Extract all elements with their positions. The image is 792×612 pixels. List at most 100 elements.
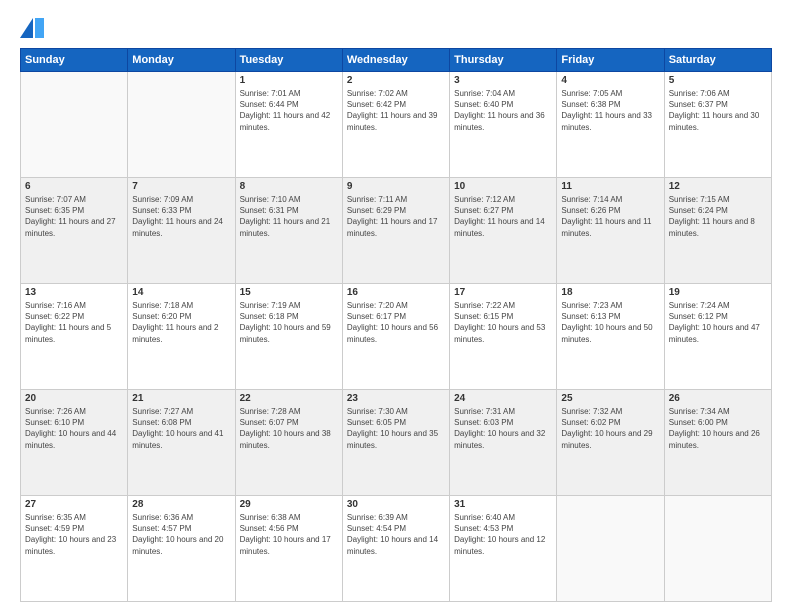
day-info: Sunrise: 6:35 AM Sunset: 4:59 PM Dayligh… <box>25 512 123 557</box>
calendar-cell: 1 Sunrise: 7:01 AM Sunset: 6:44 PM Daylig… <box>235 72 342 178</box>
day-number: 17 <box>454 287 552 298</box>
calendar-cell: 21 Sunrise: 7:27 AM Sunset: 6:08 PM Dayli… <box>128 390 235 496</box>
calendar-cell <box>664 496 771 602</box>
day-info: Sunrise: 6:40 AM Sunset: 4:53 PM Dayligh… <box>454 512 552 557</box>
day-number: 20 <box>25 393 123 404</box>
day-info: Sunrise: 7:02 AM Sunset: 6:42 PM Dayligh… <box>347 88 445 133</box>
day-number: 11 <box>561 181 659 192</box>
calendar-cell: 18 Sunrise: 7:23 AM Sunset: 6:13 PM Dayli… <box>557 284 664 390</box>
day-number: 3 <box>454 75 552 86</box>
day-info: Sunrise: 7:34 AM Sunset: 6:00 PM Dayligh… <box>669 406 767 451</box>
calendar-cell: 24 Sunrise: 7:31 AM Sunset: 6:03 PM Dayli… <box>450 390 557 496</box>
day-number: 27 <box>25 499 123 510</box>
day-info: Sunrise: 7:26 AM Sunset: 6:10 PM Dayligh… <box>25 406 123 451</box>
calendar-cell: 6 Sunrise: 7:07 AM Sunset: 6:35 PM Daylig… <box>21 178 128 284</box>
day-info: Sunrise: 7:22 AM Sunset: 6:15 PM Dayligh… <box>454 300 552 345</box>
day-number: 4 <box>561 75 659 86</box>
day-number: 9 <box>347 181 445 192</box>
col-header-friday: Friday <box>557 49 664 72</box>
day-info: Sunrise: 7:05 AM Sunset: 6:38 PM Dayligh… <box>561 88 659 133</box>
day-info: Sunrise: 6:36 AM Sunset: 4:57 PM Dayligh… <box>132 512 230 557</box>
calendar-cell: 25 Sunrise: 7:32 AM Sunset: 6:02 PM Dayli… <box>557 390 664 496</box>
day-info: Sunrise: 7:06 AM Sunset: 6:37 PM Dayligh… <box>669 88 767 133</box>
calendar-cell: 3Sunrise: 7:04 AM Sunset: 6:40 PM Daylig… <box>450 72 557 178</box>
day-number: 28 <box>132 499 230 510</box>
day-info: Sunrise: 7:23 AM Sunset: 6:13 PM Dayligh… <box>561 300 659 345</box>
calendar-cell: 20 Sunrise: 7:26 AM Sunset: 6:10 PM Dayli… <box>21 390 128 496</box>
day-number: 13 <box>25 287 123 298</box>
day-info: Sunrise: 7:11 AM Sunset: 6:29 PM Dayligh… <box>347 194 445 239</box>
calendar-cell: 29 Sunrise: 6:38 AM Sunset: 4:56 PM Dayli… <box>235 496 342 602</box>
page: SundayMondayTuesdayWednesdayThursdayFrid… <box>0 0 792 612</box>
calendar-cell: 5 Sunrise: 7:06 AM Sunset: 6:37 PM Daylig… <box>664 72 771 178</box>
calendar-cell <box>128 72 235 178</box>
calendar-cell: 23Sunrise: 7:30 AM Sunset: 6:05 PM Dayli… <box>342 390 449 496</box>
day-number: 16 <box>347 287 445 298</box>
day-info: Sunrise: 7:30 AM Sunset: 6:05 PM Dayligh… <box>347 406 445 451</box>
calendar-cell: 13Sunrise: 7:16 AM Sunset: 6:22 PM Dayli… <box>21 284 128 390</box>
col-header-tuesday: Tuesday <box>235 49 342 72</box>
calendar-cell: 19 Sunrise: 7:24 AM Sunset: 6:12 PM Dayli… <box>664 284 771 390</box>
day-info: Sunrise: 7:10 AM Sunset: 6:31 PM Dayligh… <box>240 194 338 239</box>
day-info: Sunrise: 7:01 AM Sunset: 6:44 PM Dayligh… <box>240 88 338 133</box>
calendar-cell: 11 Sunrise: 7:14 AM Sunset: 6:26 PM Dayli… <box>557 178 664 284</box>
day-info: Sunrise: 7:19 AM Sunset: 6:18 PM Dayligh… <box>240 300 338 345</box>
col-header-thursday: Thursday <box>450 49 557 72</box>
day-number: 19 <box>669 287 767 298</box>
day-info: Sunrise: 7:28 AM Sunset: 6:07 PM Dayligh… <box>240 406 338 451</box>
calendar-cell: 7Sunrise: 7:09 AM Sunset: 6:33 PM Daylig… <box>128 178 235 284</box>
day-info: Sunrise: 7:31 AM Sunset: 6:03 PM Dayligh… <box>454 406 552 451</box>
day-number: 21 <box>132 393 230 404</box>
day-number: 22 <box>240 393 338 404</box>
day-number: 31 <box>454 499 552 510</box>
calendar-cell: 14 Sunrise: 7:18 AM Sunset: 6:20 PM Dayli… <box>128 284 235 390</box>
day-info: Sunrise: 7:14 AM Sunset: 6:26 PM Dayligh… <box>561 194 659 239</box>
day-info: Sunrise: 7:15 AM Sunset: 6:24 PM Dayligh… <box>669 194 767 239</box>
calendar-cell: 4 Sunrise: 7:05 AM Sunset: 6:38 PM Daylig… <box>557 72 664 178</box>
header <box>20 18 772 38</box>
day-info: Sunrise: 7:20 AM Sunset: 6:17 PM Dayligh… <box>347 300 445 345</box>
calendar-cell: 12 Sunrise: 7:15 AM Sunset: 6:24 PM Dayli… <box>664 178 771 284</box>
day-number: 14 <box>132 287 230 298</box>
day-number: 7 <box>132 181 230 192</box>
day-number: 6 <box>25 181 123 192</box>
logo-icon <box>20 18 50 38</box>
calendar-cell: 26 Sunrise: 7:34 AM Sunset: 6:00 PM Dayli… <box>664 390 771 496</box>
day-number: 5 <box>669 75 767 86</box>
day-number: 26 <box>669 393 767 404</box>
day-number: 15 <box>240 287 338 298</box>
day-number: 25 <box>561 393 659 404</box>
day-number: 29 <box>240 499 338 510</box>
col-header-sunday: Sunday <box>21 49 128 72</box>
day-number: 18 <box>561 287 659 298</box>
calendar-cell: 28 Sunrise: 6:36 AM Sunset: 4:57 PM Dayli… <box>128 496 235 602</box>
day-number: 30 <box>347 499 445 510</box>
calendar-cell: 27 Sunrise: 6:35 AM Sunset: 4:59 PM Dayli… <box>21 496 128 602</box>
col-header-monday: Monday <box>128 49 235 72</box>
col-header-saturday: Saturday <box>664 49 771 72</box>
calendar-cell: 10 Sunrise: 7:12 AM Sunset: 6:27 PM Dayli… <box>450 178 557 284</box>
day-number: 12 <box>669 181 767 192</box>
calendar-cell <box>557 496 664 602</box>
day-info: Sunrise: 6:38 AM Sunset: 4:56 PM Dayligh… <box>240 512 338 557</box>
calendar-table: SundayMondayTuesdayWednesdayThursdayFrid… <box>20 48 772 602</box>
calendar-cell: 30 Sunrise: 6:39 AM Sunset: 4:54 PM Dayli… <box>342 496 449 602</box>
day-number: 2 <box>347 75 445 86</box>
day-number: 10 <box>454 181 552 192</box>
logo <box>20 18 54 38</box>
day-info: Sunrise: 7:32 AM Sunset: 6:02 PM Dayligh… <box>561 406 659 451</box>
calendar-cell: 8 Sunrise: 7:10 AM Sunset: 6:31 PM Daylig… <box>235 178 342 284</box>
day-info: Sunrise: 7:27 AM Sunset: 6:08 PM Dayligh… <box>132 406 230 451</box>
day-number: 8 <box>240 181 338 192</box>
day-number: 24 <box>454 393 552 404</box>
calendar-cell: 2 Sunrise: 7:02 AM Sunset: 6:42 PM Daylig… <box>342 72 449 178</box>
day-info: Sunrise: 7:18 AM Sunset: 6:20 PM Dayligh… <box>132 300 230 345</box>
day-number: 1 <box>240 75 338 86</box>
day-info: Sunrise: 6:39 AM Sunset: 4:54 PM Dayligh… <box>347 512 445 557</box>
calendar-cell: 31 Sunrise: 6:40 AM Sunset: 4:53 PM Dayli… <box>450 496 557 602</box>
day-info: Sunrise: 7:24 AM Sunset: 6:12 PM Dayligh… <box>669 300 767 345</box>
day-info: Sunrise: 7:07 AM Sunset: 6:35 PM Dayligh… <box>25 194 123 239</box>
col-header-wednesday: Wednesday <box>342 49 449 72</box>
day-info: Sunrise: 7:12 AM Sunset: 6:27 PM Dayligh… <box>454 194 552 239</box>
calendar-cell: 16 Sunrise: 7:20 AM Sunset: 6:17 PM Dayli… <box>342 284 449 390</box>
